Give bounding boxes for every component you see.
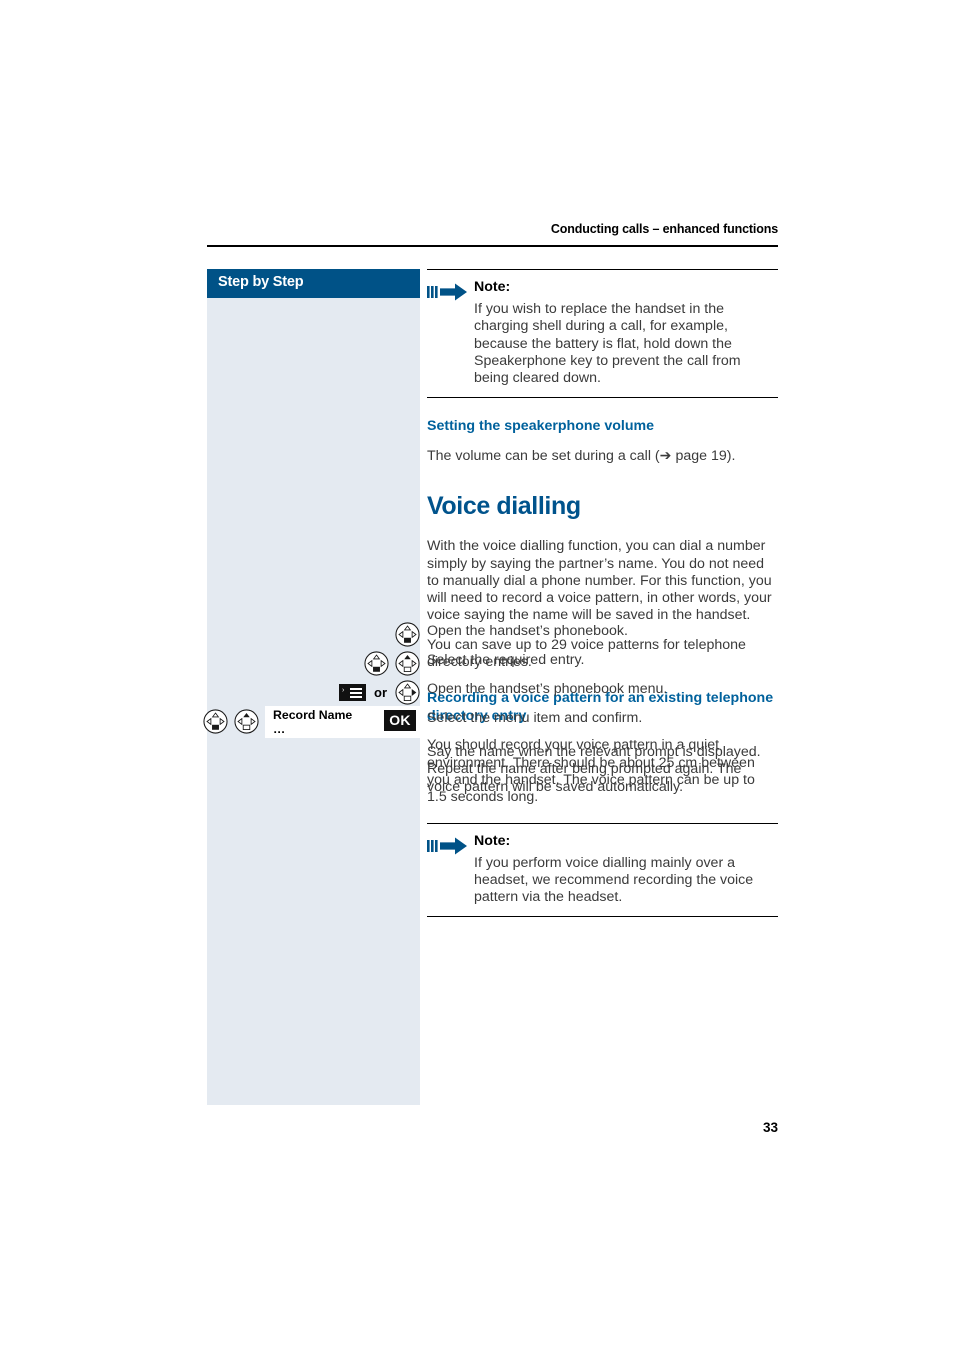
step-row-select-entry: Select the required entry. <box>0 649 954 678</box>
step-row-open-phonebook: Open the handset’s phonebook. <box>0 620 954 649</box>
navigation-key-right-icon[interactable] <box>395 680 420 705</box>
step-2-icons <box>364 649 420 678</box>
paragraph-closing: Say the name when the relevant prompt is… <box>427 744 761 795</box>
main-content-column: Note: If you wish to replace the handset… <box>427 269 778 918</box>
heading-setting-speakerphone-volume: Setting the speakerphone volume <box>427 418 655 435</box>
step-row-select-menu-item: Record Name … OK Select the menu item an… <box>0 705 954 741</box>
step-1-text: Open the handset’s phonebook. <box>427 623 628 639</box>
step-instruction-list: Open the handset’s phonebook. Select the… <box>0 620 954 795</box>
note-arrow-icon <box>427 283 467 301</box>
note-box-2: Note: If you perform voice dialling main… <box>427 822 778 918</box>
step-3-icons: › or <box>339 678 420 707</box>
sidebar-header-bar: Step by Step <box>207 269 420 298</box>
paragraph-voice-dialling-1: With the voice dialling function, you ca… <box>427 538 772 624</box>
note-arrow-icon <box>427 837 467 855</box>
paragraph-speakerphone-volume: The volume can be set during a call (➔ p… <box>427 447 736 464</box>
navigation-key-up-icon[interactable] <box>395 651 420 676</box>
header-rule <box>207 245 778 247</box>
menu-softkey-icon[interactable]: › <box>339 684 366 701</box>
ok-softkey[interactable]: OK <box>384 709 416 731</box>
step-row-open-phonebook-menu: › or Open the handset’s phonebook menu. <box>0 678 954 707</box>
step-1-icons <box>395 620 420 649</box>
navigation-key-icon[interactable] <box>364 651 389 676</box>
running-head: Conducting calls – enhanced functions <box>550 222 778 236</box>
menu-line-3 <box>350 696 362 698</box>
handset-display-box: Record Name … OK <box>265 705 420 738</box>
page-number: 33 <box>762 1120 778 1135</box>
note-box-1: Note: If you wish to replace the handset… <box>427 269 778 399</box>
note-1-body: If you wish to replace the handset in th… <box>474 301 741 387</box>
navigation-key-up-icon[interactable] <box>234 709 259 734</box>
step-4-icons: Record Name … OK <box>203 705 420 738</box>
menu-line-2 <box>350 692 362 694</box>
menu-line-1 <box>350 688 362 690</box>
navigation-key-icon[interactable] <box>395 622 420 647</box>
note-2-title: Note: <box>474 832 511 849</box>
menu-caret-glyph: › <box>342 687 345 694</box>
step-4-text: Select the menu item and confirm. <box>427 710 643 726</box>
display-ellipsis: … <box>273 721 286 736</box>
display-menu-item-label: Record Name <box>273 707 353 722</box>
note-2-body: If you perform voice dialling mainly ove… <box>474 854 754 906</box>
navigation-key-icon[interactable] <box>203 709 228 734</box>
step-3-or-label: or <box>374 685 387 700</box>
sidebar-header-label: Step by Step <box>218 274 304 290</box>
step-2-text: Select the required entry. <box>427 652 585 668</box>
note-1-title: Note: <box>474 279 511 295</box>
step-3-text: Open the handset’s phonebook menu. <box>427 681 668 697</box>
heading-voice-dialling: Voice dialling <box>427 492 581 521</box>
